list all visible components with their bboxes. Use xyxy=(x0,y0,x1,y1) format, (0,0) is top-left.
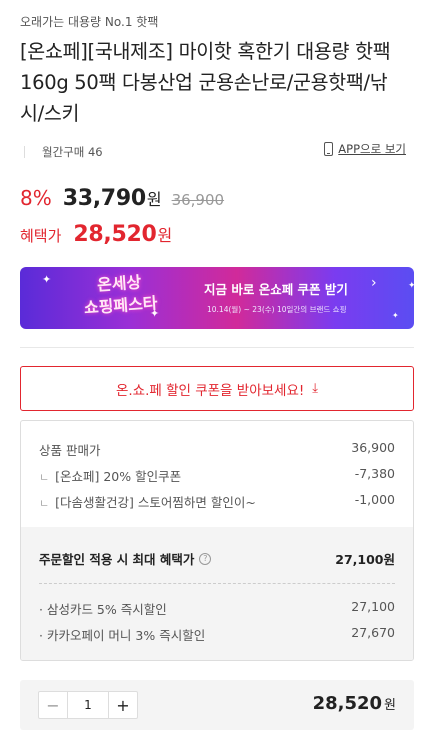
banner-subtext: 10.14(월) ~ 23(수) 10일간의 브랜드 쇼핑 xyxy=(207,305,347,314)
discount-value: -1,000 xyxy=(354,492,395,507)
product-title: [온쇼페][국내제조] 마이핫 혹한기 대용량 핫팩 160g 50팩 다봉산업… xyxy=(20,40,391,125)
sale-price-value: 36,900 xyxy=(351,440,395,455)
app-view-link[interactable]: APP으로 보기 xyxy=(324,141,406,157)
sale-price-label: 상품 판매가 xyxy=(39,443,101,458)
coupon-button-label: 온.쇼.페 할인 쿠폰을 받아보세요! xyxy=(115,382,305,399)
total-price: 28,520 원 xyxy=(313,693,396,714)
divider xyxy=(24,146,25,158)
quantity-bar: − 1 + 28,520 원 xyxy=(20,680,414,730)
banner-headline: 지금 바로 온쇼페 쿠폰 받기 xyxy=(204,282,348,297)
card-discount-label: · 삼성카드 5% 즉시할인 xyxy=(39,602,167,617)
original-price: 36,900 xyxy=(171,191,225,209)
discount-line: ㄴ [다솜생활건강] 스토어찜하면 할인이~ -1,000 xyxy=(39,492,395,511)
benefit-currency: 원 xyxy=(157,226,173,245)
max-benefit-text: 주문할인 적용 시 최대 혜택가 xyxy=(39,552,195,567)
coupon-download-button[interactable]: 온.쇼.페 할인 쿠폰을 받아보세요! ⤓ xyxy=(20,366,414,411)
card-discount-line: · 삼성카드 5% 즉시할인 27,100 xyxy=(39,599,395,618)
price-breakdown: 상품 판매가 36,900 ㄴ [온쇼페] 20% 할인쿠폰 -7,380 ㄴ [다… xyxy=(20,420,414,661)
phone-icon xyxy=(324,142,334,156)
sale-price-line: 상품 판매가 36,900 xyxy=(39,440,395,459)
sub-item-marker: ㄴ xyxy=(39,471,50,484)
sale-price: 33,790 xyxy=(62,186,146,211)
quantity-stepper: − 1 + xyxy=(38,691,138,719)
decrease-button[interactable]: − xyxy=(39,692,67,718)
meta-row: 월간구매 46 APP으로 보기 xyxy=(20,140,406,164)
discount-line: ㄴ [온쇼페] 20% 할인쿠폰 -7,380 xyxy=(39,466,395,485)
max-benefit-label: 주문할인 적용 시 최대 혜택가 ? xyxy=(39,549,212,568)
discount-value: -7,380 xyxy=(354,466,395,481)
benefit-label: 혜택가 xyxy=(20,227,62,245)
card-discount-value: 27,100 xyxy=(351,599,395,614)
price-currency: 원 xyxy=(146,190,162,209)
card-discount-line: · 카카오페이 머니 3% 즉시할인 27,670 xyxy=(39,625,395,644)
chevron-right-icon: › xyxy=(371,275,377,291)
download-icon: ⤓ xyxy=(312,381,319,396)
discount-label: [온쇼페] 20% 할인쿠폰 xyxy=(55,469,182,484)
discount-rate: 8% xyxy=(20,186,52,210)
increase-button[interactable]: + xyxy=(109,692,137,718)
price-row: 8% 33,790 원 36,900 xyxy=(20,186,224,211)
help-icon[interactable]: ? xyxy=(199,552,212,565)
sparkle-icon: ✦ xyxy=(392,311,399,320)
discount-label: [다솜생활건강] 스토어찜하면 할인이~ xyxy=(55,495,256,510)
total-price-value: 28,520 xyxy=(312,693,383,714)
benefit-price-row: 혜택가 28,520 원 xyxy=(20,222,172,247)
quantity-value[interactable]: 1 xyxy=(67,692,109,718)
sparkle-icon: ✦ xyxy=(408,281,414,291)
promo-banner[interactable]: ✦ ✦ ✦ ✦ 온세상 쇼핑페스타 지금 바로 온쇼페 쿠폰 받기 › 10.1… xyxy=(20,267,414,329)
dashed-divider xyxy=(39,583,395,584)
app-link-label: APP으로 보기 xyxy=(338,142,406,156)
card-discount-label: · 카카오페이 머니 3% 즉시할인 xyxy=(39,628,206,643)
card-discount-section: · 삼성카드 5% 즉시할인 27,100 · 카카오페이 머니 3% 즉시할인… xyxy=(21,591,413,660)
card-discount-value: 27,670 xyxy=(351,625,395,640)
benefit-price: 28,520 xyxy=(73,222,157,247)
banner-logo: 온세상 쇼핑페스타 xyxy=(49,268,192,322)
monthly-purchases: 월간구매 46 xyxy=(42,145,103,159)
total-price-currency: 원 xyxy=(384,698,396,713)
max-benefit-value: 27,100원 xyxy=(335,552,395,567)
product-tagline: 오래가는 대용량 No.1 핫팩 xyxy=(20,15,159,29)
sub-item-marker: ㄴ xyxy=(39,497,50,510)
divider xyxy=(20,347,414,348)
